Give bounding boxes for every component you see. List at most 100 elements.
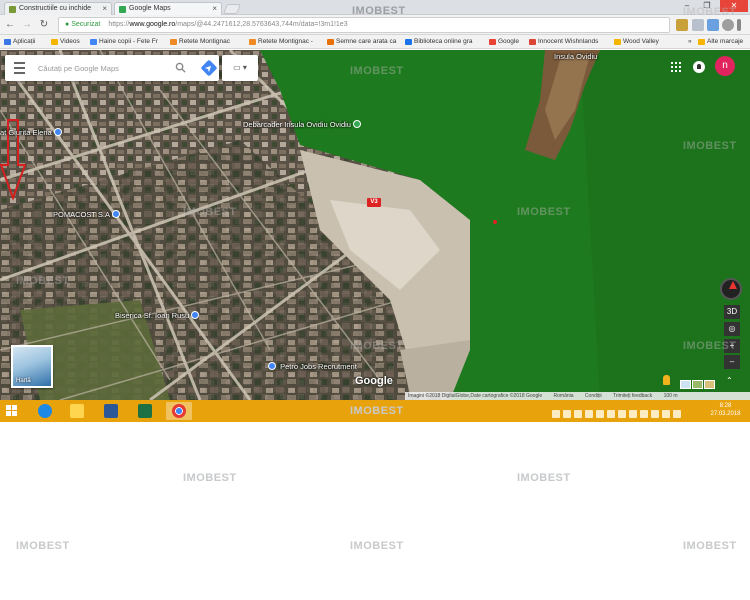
notifications-bell-icon[interactable] xyxy=(693,61,705,73)
browser-tab-strip: Constructiile cu inchide × Google Maps ×… xyxy=(0,0,750,17)
zoom-out-button[interactable]: – xyxy=(724,355,740,369)
poi-biserica[interactable]: Biserica Sf. Ioan Rusu xyxy=(115,311,201,320)
bookmark-item[interactable]: Wood Valley xyxy=(614,37,659,47)
apps-grid-icon[interactable] xyxy=(671,62,681,72)
poi-petro-jobs[interactable]: Petro Jobs Recrutment xyxy=(268,362,357,371)
taskbar-excel[interactable] xyxy=(132,402,158,420)
google-icon xyxy=(489,39,496,45)
bookmark-item[interactable]: Retete Montignac - xyxy=(249,37,313,47)
bookmark-item[interactable]: Aplicații xyxy=(4,37,35,47)
forward-button[interactable]: → xyxy=(20,18,34,32)
bookmark-item[interactable]: Biblioteca online gra xyxy=(405,37,473,47)
tray-icon[interactable] xyxy=(552,410,560,418)
taskbar-file-explorer[interactable] xyxy=(64,402,90,420)
back-button[interactable]: ← xyxy=(3,18,17,32)
poi-pomacost[interactable]: POMACOST S.A xyxy=(53,210,122,219)
bookmarks-overflow[interactable]: » xyxy=(688,37,692,47)
settings-gear-icon[interactable] xyxy=(722,19,734,31)
tray-icon[interactable] xyxy=(596,410,604,418)
poi-insula-ovidiu[interactable]: Insula Ovidiu xyxy=(554,52,597,61)
marker-label: V3 xyxy=(367,198,381,207)
tray-icon[interactable] xyxy=(651,410,659,418)
maps-search-box xyxy=(5,55,219,81)
bookmark-item[interactable]: Videos xyxy=(51,37,80,47)
terms-link[interactable]: Condiții xyxy=(585,393,602,399)
other-bookmarks[interactable]: Alte marcaje xyxy=(698,37,743,47)
tab-close-icon[interactable]: × xyxy=(212,3,217,15)
my-location-button[interactable]: ◎ xyxy=(724,322,740,336)
bookmark-label: Retete Montignac xyxy=(179,38,230,45)
reload-button[interactable]: ↻ xyxy=(37,18,51,32)
watermark: IMOBEST xyxy=(350,65,404,77)
map-view-thumbnail[interactable]: Hartă xyxy=(11,345,53,388)
page-icon xyxy=(90,39,97,45)
system-tray xyxy=(552,405,684,418)
watermark: IMOBEST xyxy=(350,540,404,552)
tray-icon[interactable] xyxy=(640,410,648,418)
taskbar-clock[interactable]: 8:28 27.03.2018 xyxy=(703,402,748,418)
hamburger-menu-icon[interactable] xyxy=(14,62,25,74)
tray-icon[interactable] xyxy=(662,410,670,418)
taskbar-internet-explorer[interactable] xyxy=(32,402,58,420)
new-tab-button[interactable] xyxy=(223,4,241,14)
folder-icon xyxy=(70,404,84,418)
windows-start-icon[interactable] xyxy=(6,405,18,417)
imagery-layers[interactable] xyxy=(680,376,716,389)
layer-thumb-icon[interactable] xyxy=(704,380,715,389)
place-pin-icon xyxy=(353,120,362,128)
extension-icon[interactable] xyxy=(707,19,719,31)
url-scheme: https:// xyxy=(108,21,130,28)
location-arrow-marker xyxy=(0,119,26,201)
menu-dots-icon[interactable] xyxy=(737,19,741,31)
bookmark-item[interactable]: Retete Montignac xyxy=(170,37,230,47)
url-bar[interactable]: ● Securizat https://www.google.ro/maps/@… xyxy=(58,17,670,33)
directions-icon[interactable] xyxy=(200,59,218,77)
search-icon[interactable] xyxy=(175,62,186,73)
layer-thumb-icon[interactable] xyxy=(692,380,703,389)
bookmark-star-icon[interactable] xyxy=(676,19,688,31)
poi-debarcader[interactable]: Debarcader Insula Ovidiu Ovidiu xyxy=(243,120,363,129)
extension-icon[interactable] xyxy=(692,19,704,31)
tray-icon[interactable] xyxy=(673,410,681,418)
bookmark-item[interactable]: Google xyxy=(489,37,519,47)
watermark: IMOBEST xyxy=(683,6,737,18)
page-icon xyxy=(249,39,256,45)
tray-icon[interactable] xyxy=(574,410,582,418)
map-attribution: Imagini ©2018 DigitalGlobe,Date cartogra… xyxy=(405,392,750,400)
tray-icon[interactable] xyxy=(629,410,637,418)
layer-toggle[interactable]: ▭ ▾ xyxy=(222,55,258,81)
secure-label: Securizat xyxy=(71,21,101,28)
tab-constructii[interactable]: Constructiile cu inchide × xyxy=(4,2,112,15)
taskbar-chrome[interactable] xyxy=(166,402,192,420)
tray-icon[interactable] xyxy=(563,410,571,418)
tab-google-maps[interactable]: Google Maps × xyxy=(114,2,222,15)
bookmark-label: Google xyxy=(498,38,519,45)
expand-icon[interactable]: ⌃ xyxy=(726,376,733,385)
street-view-pegman-icon[interactable] xyxy=(663,375,670,385)
bookmark-label: Retete Montignac - xyxy=(258,38,313,45)
watermark: IMOBEST xyxy=(350,340,404,352)
place-pin-icon xyxy=(53,128,62,136)
compass-icon[interactable] xyxy=(720,278,742,300)
account-avatar[interactable]: n xyxy=(715,56,735,76)
bookmark-label: Haine copii - Fete Fr xyxy=(99,38,158,45)
bookmark-label: Wood Valley xyxy=(623,38,659,45)
tab-close-icon[interactable]: × xyxy=(102,3,107,15)
apps-icon xyxy=(4,39,11,45)
tray-icon[interactable] xyxy=(607,410,615,418)
tray-icon[interactable] xyxy=(618,410,626,418)
layer-thumb-icon[interactable] xyxy=(680,380,691,389)
search-input[interactable] xyxy=(38,61,168,75)
folder-icon xyxy=(51,39,58,45)
bookmark-item[interactable]: Haine copii - Fete Fr xyxy=(90,37,158,47)
watermark: IMOBEST xyxy=(683,540,737,552)
bookmark-item[interactable]: Innocent Wishnlands xyxy=(529,37,598,47)
taskbar-word[interactable] xyxy=(98,402,124,420)
tilt-3d-button[interactable]: 3D xyxy=(724,305,740,319)
tray-icon[interactable] xyxy=(585,410,593,418)
bookmark-item[interactable]: Semne care arata ca xyxy=(327,37,396,47)
tab-label: Google Maps xyxy=(129,5,171,12)
poi-giurita-elena[interactable]: at Giurita Elena xyxy=(0,128,64,137)
feedback-link[interactable]: Trimiteți feedback xyxy=(613,393,652,399)
watermark: IMOBEST xyxy=(16,540,70,552)
